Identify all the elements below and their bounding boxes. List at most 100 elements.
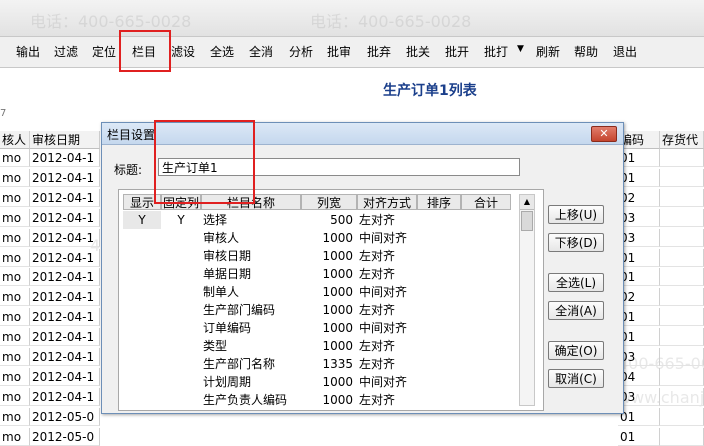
batch-close-button[interactable]: 批关 [406,43,430,61]
clear-all-button[interactable]: 全消 [249,43,273,61]
config-cell-fixed[interactable] [161,391,201,409]
table-cell: 2012-04-1 [30,308,100,327]
config-cell-show[interactable] [123,247,161,265]
analyze-button[interactable]: 分析 [289,43,313,61]
scroll-up-icon[interactable]: ▲ [520,195,534,210]
table-cell [660,407,704,426]
table-cell: mo [0,248,30,267]
locate-button[interactable]: 定位 [92,43,116,61]
exit-button[interactable]: 退出 [613,43,637,61]
column-header[interactable]: 存货代 [660,131,704,149]
table-cell: 2012-04-1 [30,188,100,207]
vertical-scrollbar[interactable]: ▲ [519,194,535,406]
config-cell-align: 左对齐 [359,213,396,227]
ok-button[interactable]: 确定(O) [548,341,604,360]
close-icon[interactable]: ✕ [591,126,617,142]
batch-approve-button[interactable]: 批审 [327,43,351,61]
column-header[interactable]: 审核日期 [30,131,100,149]
config-cell-fixed[interactable] [161,355,201,373]
record-indicator: 7 [0,108,7,119]
batch-print-button[interactable]: 批打 [484,43,508,61]
table-cell: 01 [618,328,660,347]
clear-all-columns-button[interactable]: 全消(A) [548,301,604,320]
select-all-columns-button[interactable]: 全选(L) [548,273,604,292]
table-cell [660,149,704,167]
table-cell: mo [0,387,30,406]
help-button[interactable]: 帮助 [574,43,598,61]
chevron-down-icon[interactable]: ▼ [517,44,524,54]
config-cell-show[interactable] [123,373,161,391]
move-up-button[interactable]: 上移(U) [548,205,604,224]
scroll-thumb[interactable] [521,211,533,231]
config-cell-show[interactable] [123,265,161,283]
table-cell: mo [0,268,30,287]
config-cell-show[interactable] [123,319,161,337]
table-cell: 01 [618,427,660,446]
config-cell-fixed[interactable] [161,373,201,391]
config-cell-fixed[interactable]: Y [161,211,201,229]
table-cell: mo [0,208,30,227]
config-cell-fixed[interactable] [161,247,201,265]
config-cell-show[interactable] [123,391,161,409]
filter-button[interactable]: 过滤 [54,43,78,61]
config-column-header[interactable]: 合计 [461,194,511,210]
table-cell: mo [0,149,30,167]
config-column-header[interactable]: 列宽 [301,194,357,210]
table-cell: 03 [618,348,660,366]
table-cell: 2012-04-1 [30,328,100,347]
table-cell: 2012-04-1 [30,248,100,267]
config-column-header[interactable]: 对齐方式 [357,194,417,210]
config-cell-fixed[interactable] [161,319,201,337]
config-cell-show[interactable] [123,355,161,373]
config-cell-name: 单据日期 [203,267,252,281]
config-cell-show[interactable] [123,337,161,355]
filter-settings-button[interactable]: 滤设 [171,43,195,61]
config-cell-show[interactable] [123,229,161,247]
table-cell: 2012-04-1 [30,208,100,227]
table-cell: 2012-04-1 [30,228,100,247]
config-cell-align: 中间对齐 [359,321,408,335]
config-cell-name: 审核人 [203,231,240,245]
config-cell-name: 订单编码 [203,321,252,335]
config-column-header[interactable]: 排序 [417,194,461,210]
table-cell [660,268,704,287]
move-down-button[interactable]: 下移(D) [548,233,604,252]
config-cell-show[interactable]: Y [123,211,161,229]
config-cell-fixed[interactable] [161,301,201,319]
batch-open-button[interactable]: 批开 [445,43,469,61]
config-cell-show[interactable] [123,283,161,301]
table-cell: 2012-04-1 [30,268,100,287]
batch-abandon-button[interactable]: 批弃 [367,43,391,61]
config-cell-fixed[interactable] [161,337,201,355]
table-cell: 2012-04-1 [30,288,100,307]
table-cell: 2012-04-1 [30,387,100,406]
table-cell: 2012-04-1 [30,348,100,366]
table-cell: mo [0,427,30,446]
config-cell-width: 1000 [322,339,353,353]
table-cell [660,427,704,446]
config-cell-width: 1000 [322,321,353,335]
select-all-button[interactable]: 全选 [210,43,234,61]
table-cell: 2012-04-1 [30,367,100,386]
config-cell-name: 生产部门编码 [203,303,276,317]
main-toolbar: 输出 过滤 定位 栏目 滤设 全选 全消 分析 批审 批弃 批关 批开 批打 ▼… [0,37,704,68]
config-cell-width: 1000 [322,393,353,407]
table-cell: 2012-05-0 [30,427,100,446]
config-cell-fixed[interactable] [161,265,201,283]
table-cell: mo [0,308,30,327]
config-cell-align: 左对齐 [359,249,396,263]
column-header[interactable]: 编码 [618,131,660,149]
config-cell-align: 左对齐 [359,267,396,281]
config-cell-fixed[interactable] [161,229,201,247]
output-button[interactable]: 输出 [16,43,40,61]
config-cell-fixed[interactable] [161,283,201,301]
column-header[interactable]: 核人 [0,131,30,149]
table-cell: mo [0,228,30,247]
table-cell: 01 [618,168,660,187]
config-cell-show[interactable] [123,301,161,319]
refresh-button[interactable]: 刷新 [536,43,560,61]
table-cell [660,288,704,307]
table-cell: 01 [618,268,660,287]
cancel-button[interactable]: 取消(C) [548,369,604,388]
config-cell-align: 中间对齐 [359,231,408,245]
